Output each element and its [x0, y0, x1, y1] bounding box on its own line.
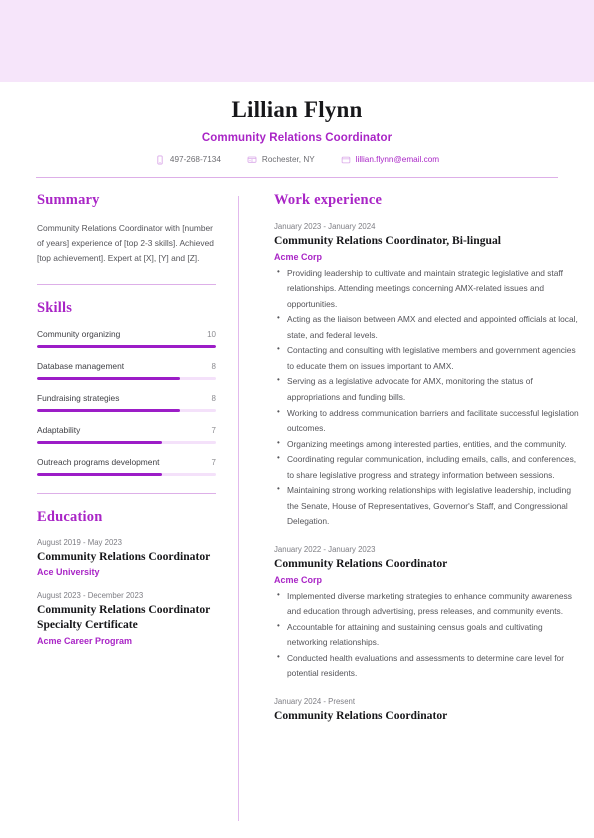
skill-header: Outreach programs development 7 — [37, 457, 216, 467]
work-bullets: Providing leadership to cultivate and ma… — [274, 265, 580, 530]
skill-header: Fundraising strategies 8 — [37, 393, 216, 403]
skills-heading: Skills — [37, 299, 73, 316]
phone-icon — [155, 155, 165, 165]
work-entry: January 2024 - Present Community Relatio… — [274, 697, 580, 724]
skill-item: Database management 8 — [37, 361, 216, 380]
skill-bar-track — [37, 440, 216, 444]
education-title: Community Relations Coordinator Specialt… — [37, 603, 211, 632]
skill-item: Adaptability 7 — [37, 425, 216, 444]
skill-bar-fill — [37, 376, 181, 380]
left-column: Summary Community Relations Coordinator … — [0, 192, 238, 821]
contact-location[interactable]: Rochester, NY — [247, 155, 315, 165]
skill-score: 8 — [211, 393, 216, 403]
contact-email-value: lillian.flynn@email.com — [355, 155, 440, 165]
work-experience-heading: Work experience — [274, 191, 383, 208]
skill-item: Fundraising strategies 8 — [37, 393, 216, 412]
skill-bar-fill — [37, 344, 216, 348]
work-title: Community Relations Coordinator — [274, 708, 448, 722]
skill-bar-fill — [37, 408, 181, 412]
skill-bar-track — [37, 376, 216, 380]
work-entry: January 2023 - January 2024 Community Re… — [274, 222, 580, 530]
work-entry: January 2022 - January 2023 Community Re… — [274, 545, 580, 682]
education-date: August 2019 - May 2023 — [37, 537, 122, 547]
skill-score: 7 — [211, 457, 216, 467]
candidate-name: Lillian Flynn — [231, 97, 363, 122]
location-icon — [247, 155, 257, 165]
skill-label: Community organizing — [37, 328, 121, 339]
education-heading: Education — [37, 508, 103, 525]
skill-bar-fill — [37, 472, 163, 476]
work-title: Community Relations Coordinator, Bi-ling… — [274, 233, 501, 247]
summary-text: Community Relations Coordinator with [nu… — [37, 222, 214, 264]
education-section: Education August 2019 - May 2023 Communi… — [37, 509, 216, 646]
summary-section: Summary Community Relations Coordinator … — [37, 192, 216, 267]
contact-location-value: Rochester, NY — [261, 155, 315, 165]
work-bullet: Organizing meetings among interested par… — [277, 436, 580, 453]
education-org: Ace University — [37, 567, 100, 578]
contact-phone-value: 497-268-7134 — [169, 155, 221, 165]
section-divider-education — [37, 492, 216, 494]
skill-label: Outreach programs development — [37, 456, 160, 467]
contact-phone[interactable]: 497-268-7134 — [155, 155, 221, 165]
work-date: January 2023 - January 2024 — [274, 221, 376, 231]
work-date: January 2022 - January 2023 — [274, 544, 376, 554]
work-bullets: Implemented diverse marketing strategies… — [274, 588, 580, 682]
skill-label: Database management — [37, 360, 125, 371]
resume-page: Lillian Flynn Community Relations Coordi… — [0, 0, 594, 838]
work-bullet: Conducted health evaluations and assessm… — [277, 650, 580, 682]
resume-header: Lillian Flynn Community Relations Coordi… — [0, 82, 594, 165]
education-date: August 2023 - December 2023 — [37, 591, 144, 601]
work-bullet: Maintaining strong working relationships… — [277, 482, 580, 530]
skills-section: Skills Community organizing 10 Database … — [37, 300, 216, 476]
skill-score: 8 — [211, 361, 216, 371]
skill-header: Adaptability 7 — [37, 425, 216, 435]
work-bullet: Serving as a legislative advocate for AM… — [277, 373, 580, 405]
skill-item: Outreach programs development 7 — [37, 457, 216, 476]
skill-item: Community organizing 10 — [37, 329, 216, 348]
skill-header: Database management 8 — [37, 361, 216, 371]
email-icon — [341, 155, 351, 165]
skill-label: Adaptability — [37, 424, 81, 435]
work-bullet: Contacting and consulting with legislati… — [277, 342, 580, 374]
contact-email[interactable]: lillian.flynn@email.com — [341, 155, 439, 165]
skill-score: 10 — [207, 329, 216, 339]
work-bullet: Accountable for attaining and sustaining… — [277, 619, 580, 651]
work-bullet: Coordinating regular communication, incl… — [277, 451, 580, 483]
right-column: Work experience January 2023 - January 2… — [239, 192, 594, 821]
education-entry: August 2023 - December 2023 Community Re… — [37, 591, 216, 646]
education-title: Community Relations Coordinator — [37, 549, 211, 563]
work-bullet: Providing leadership to cultivate and ma… — [277, 265, 580, 313]
work-bullet: Working to address communication barrier… — [277, 404, 580, 437]
section-divider-skills — [37, 283, 216, 285]
skill-bar-track — [37, 408, 216, 412]
skill-label: Fundraising strategies — [37, 392, 120, 403]
skill-header: Community organizing 10 — [37, 329, 216, 339]
resume-columns: Summary Community Relations Coordinator … — [0, 178, 594, 821]
skill-score: 7 — [211, 425, 216, 435]
work-date: January 2024 - Present — [274, 696, 356, 706]
work-org: Acme Corp — [274, 251, 323, 262]
contact-row: 497-268-7134 Rochester, NY lillian.flynn… — [36, 155, 558, 165]
work-bullet: Acting as the liaison between AMX and el… — [277, 311, 580, 343]
top-banner — [0, 0, 594, 82]
summary-heading: Summary — [37, 191, 100, 208]
education-entry: August 2019 - May 2023 Community Relatio… — [37, 538, 216, 578]
skill-bar-track — [37, 472, 216, 476]
candidate-job-title: Community Relations Coordinator — [201, 131, 393, 144]
education-org: Acme Career Program — [37, 636, 133, 647]
work-title: Community Relations Coordinator — [274, 556, 448, 570]
skill-bar-track — [37, 344, 216, 348]
work-bullet: Implemented diverse marketing strategies… — [277, 588, 580, 620]
skill-bar-fill — [37, 440, 163, 444]
work-experience-section: Work experience January 2023 - January 2… — [274, 192, 580, 724]
work-org: Acme Corp — [274, 574, 323, 585]
